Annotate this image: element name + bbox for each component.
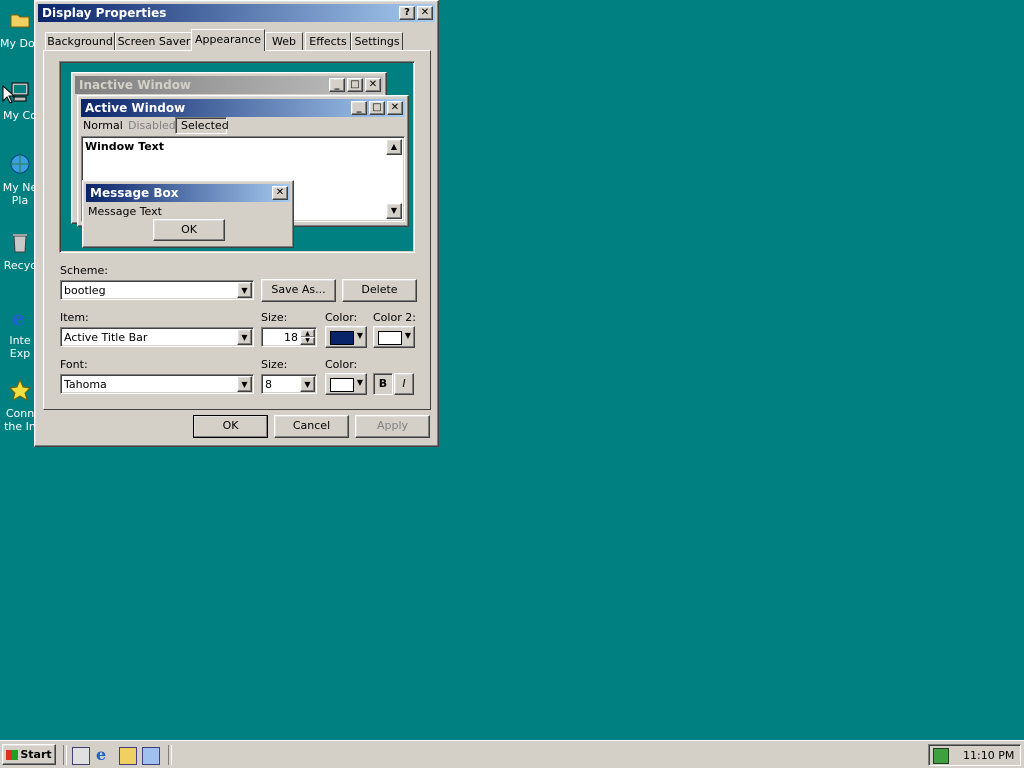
svg-text:e: e: [12, 306, 25, 329]
maximize-icon: □: [347, 78, 363, 92]
item-color2-swatch: [378, 331, 402, 345]
connect-icon: [8, 378, 32, 402]
scheme-value: bootleg: [64, 284, 106, 297]
chevron-down-icon[interactable]: ▼: [237, 282, 252, 298]
item-color2-label: Color 2:: [373, 311, 416, 324]
network-tray-icon[interactable]: [933, 748, 949, 764]
tab-settings[interactable]: Settings: [351, 32, 403, 50]
active-title-bar: Active Window _ □ ✕: [81, 99, 405, 117]
maximize-icon: □: [369, 101, 385, 115]
inactive-title-bar: Inactive Window _ □ ✕: [75, 76, 383, 94]
tab-background[interactable]: Background: [45, 32, 115, 50]
bold-toggle-button[interactable]: B: [373, 373, 393, 395]
preview-message-box[interactable]: Message Box ✕ Message Text OK: [82, 180, 294, 248]
message-box-title: Message Box: [90, 186, 179, 200]
font-size-combo[interactable]: 8 ▼: [261, 374, 317, 394]
chevron-down-icon[interactable]: ▼: [237, 329, 252, 345]
font-size-value: 8: [265, 378, 272, 391]
inactive-window-title: Inactive Window: [79, 78, 192, 92]
help-button[interactable]: ?: [399, 6, 415, 20]
mouse-cursor-icon: [2, 85, 16, 104]
chevron-down-icon: ▼: [356, 378, 363, 387]
start-button[interactable]: Start: [2, 744, 56, 765]
menu-item-selected: Selected: [175, 117, 229, 134]
item-value: Active Title Bar: [64, 331, 148, 344]
ie-icon[interactable]: e: [96, 745, 106, 764]
display-properties-dialog: Display Properties ? ✕ Background Screen…: [34, 0, 439, 447]
explorer-icon[interactable]: [142, 747, 160, 765]
item-color-label: Color:: [325, 311, 358, 324]
window-text-label: Window Text: [85, 140, 165, 153]
recycle-bin-icon: [13, 234, 27, 253]
font-color-label: Color:: [325, 358, 358, 371]
menu-item-disabled: Disabled: [128, 119, 176, 132]
font-value: Tahoma: [64, 378, 107, 391]
font-color-swatch: [330, 378, 354, 392]
close-icon: ✕: [272, 186, 288, 200]
network-icon: [10, 154, 30, 174]
item-color2-button[interactable]: ▼: [373, 326, 415, 348]
windows-logo-icon: [6, 750, 19, 760]
dialog-title-bar[interactable]: Display Properties ? ✕: [38, 4, 435, 22]
close-icon: ✕: [387, 101, 403, 115]
chevron-down-icon[interactable]: ▼: [237, 376, 252, 392]
message-box-ok-button: OK: [153, 219, 225, 241]
save-as-button[interactable]: Save As...: [261, 279, 336, 302]
minimize-icon: _: [329, 78, 345, 92]
outlook-icon[interactable]: [119, 747, 137, 765]
spin-down-icon[interactable]: ▼: [300, 337, 315, 345]
apply-button[interactable]: Apply: [355, 415, 430, 438]
font-size-label: Size:: [261, 358, 288, 371]
item-size-value: 18: [284, 331, 298, 344]
close-icon: ✕: [365, 78, 381, 92]
font-combo[interactable]: Tahoma ▼: [60, 374, 254, 394]
minimize-icon: _: [351, 101, 367, 115]
close-button[interactable]: ✕: [417, 6, 433, 20]
chevron-down-icon: ▼: [404, 331, 411, 340]
tab-appearance[interactable]: Appearance: [191, 29, 265, 51]
italic-toggle-button[interactable]: I: [394, 373, 414, 395]
show-desktop-icon[interactable]: [72, 747, 90, 765]
folder-icon: [10, 14, 30, 28]
menu-item-normal: Normal: [83, 119, 123, 132]
dialog-title: Display Properties: [42, 6, 167, 20]
font-label: Font:: [60, 358, 88, 371]
scroll-down-icon: ▼: [386, 203, 402, 219]
internet-explorer-icon: e: [12, 306, 25, 330]
scroll-up-icon: ▲: [386, 139, 402, 155]
active-window-title: Active Window: [85, 101, 186, 115]
item-size-label: Size:: [261, 311, 288, 324]
item-color-button[interactable]: ▼: [325, 326, 367, 348]
cancel-button[interactable]: Cancel: [274, 415, 349, 438]
appearance-preview[interactable]: Inactive Window _ □ ✕ Active Window _ □ …: [59, 61, 415, 253]
clock[interactable]: 11:10 PM: [963, 749, 1014, 762]
chevron-down-icon[interactable]: ▼: [300, 376, 315, 392]
item-color-swatch: [330, 331, 354, 345]
message-text: Message Text: [88, 205, 162, 218]
taskbar-divider: [168, 745, 172, 765]
item-combo[interactable]: Active Title Bar ▼: [60, 327, 254, 347]
tab-web[interactable]: Web: [265, 32, 303, 50]
taskbar-divider: [63, 745, 67, 765]
tab-effects[interactable]: Effects: [305, 32, 351, 50]
tab-screen-saver[interactable]: Screen Saver: [115, 32, 193, 50]
font-color-button[interactable]: ▼: [325, 373, 367, 395]
ok-button[interactable]: OK: [193, 415, 268, 438]
system-tray: 11:10 PM: [928, 744, 1021, 766]
item-label: Item:: [60, 311, 89, 324]
taskbar: Start e 11:10 PM: [0, 740, 1024, 768]
item-size-spinner[interactable]: 18 ▲ ▼: [261, 327, 317, 347]
start-label: Start: [20, 748, 52, 761]
message-box-title-bar: Message Box ✕: [86, 184, 290, 202]
scheme-label: Scheme:: [60, 264, 108, 277]
scheme-combo[interactable]: bootleg ▼: [60, 280, 254, 300]
delete-button[interactable]: Delete: [342, 279, 417, 302]
chevron-down-icon: ▼: [356, 331, 363, 340]
